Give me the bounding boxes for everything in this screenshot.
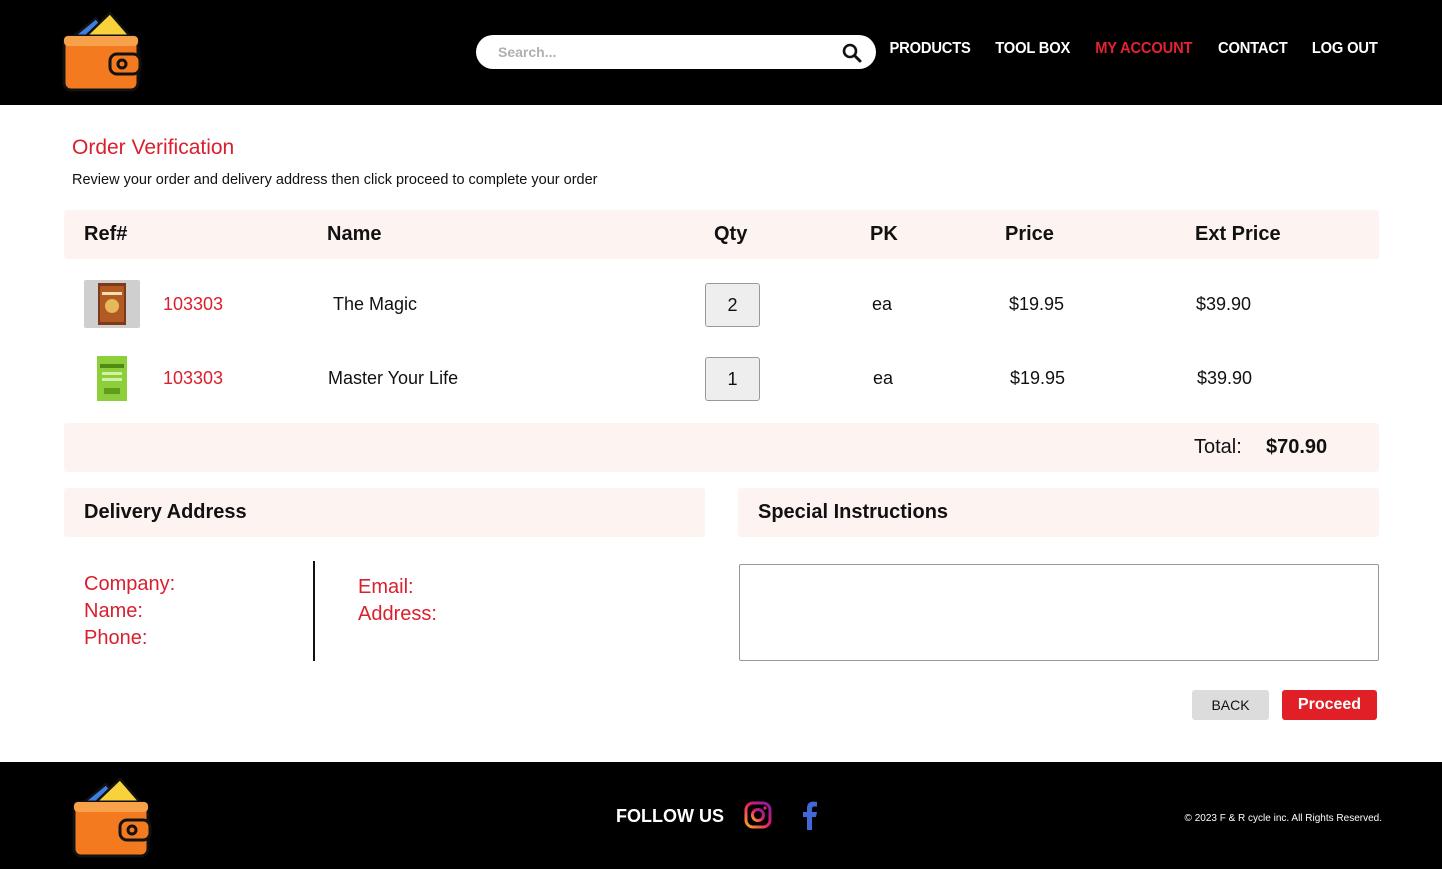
column-header-price: Price <box>1005 223 1054 245</box>
page-title: Order Verification <box>72 136 235 159</box>
search-input[interactable] <box>498 35 828 69</box>
nav-products[interactable]: PRODUCTS <box>889 40 970 58</box>
nav-tool-box[interactable]: TOOL BOX <box>995 40 1070 58</box>
column-header-ref: Ref# <box>84 223 128 245</box>
address-label: Address: <box>358 603 437 625</box>
column-header-name: Name <box>327 223 382 245</box>
name-label: Name: <box>84 600 143 622</box>
company-label: Company: <box>84 573 176 595</box>
column-header-ext-price: Ext Price <box>1195 223 1281 245</box>
site-header: PRODUCTS TOOL BOX MY ACCOUNT CONTACT LOG… <box>0 0 1442 105</box>
facebook-icon[interactable] <box>798 800 820 830</box>
item-pk: ea <box>873 368 894 388</box>
delivery-address-heading: Delivery Address <box>84 501 247 523</box>
copyright-text: © 2023 F & R cycle inc. All Rights Reser… <box>1184 813 1382 824</box>
nav-log-out[interactable]: LOG OUT <box>1311 40 1377 58</box>
nav-my-account[interactable]: MY ACCOUNT <box>1096 40 1193 58</box>
main-nav: PRODUCTS TOOL BOX MY ACCOUNT CONTACT LOG… <box>886 40 1380 58</box>
instagram-icon[interactable] <box>744 801 772 829</box>
quantity-field[interactable]: 1 <box>705 357 760 401</box>
proceed-button[interactable]: Proceed <box>1282 690 1377 720</box>
search-bar <box>476 35 876 69</box>
special-instructions-header: Special Instructions <box>738 488 1379 537</box>
table-row: 103303 Master Your Life 1 ea $19.95 $39.… <box>64 356 1379 430</box>
total-label: Total: <box>1194 436 1242 458</box>
item-ext-price: $39.90 <box>1197 368 1253 388</box>
item-price: $19.95 <box>1010 368 1066 388</box>
site-footer: FOLLOW US © 2023 F & R cycle inc. All Ri… <box>0 762 1442 869</box>
total-value: $70.90 <box>1266 436 1328 458</box>
phone-label: Phone: <box>84 627 148 649</box>
column-header-pk: PK <box>870 223 898 245</box>
item-name: Master Your Life <box>328 368 459 388</box>
wallet-logo-icon[interactable] <box>60 10 144 94</box>
item-name: The Magic <box>333 294 418 314</box>
item-ref[interactable]: 103303 <box>163 294 223 315</box>
order-total-bar: Total: $70.90 <box>64 423 1379 472</box>
delivery-address-header: Delivery Address <box>64 488 705 537</box>
address-divider <box>313 561 315 661</box>
order-table-header: Ref# Name Qty PK Price Ext Price <box>64 210 1379 259</box>
back-button[interactable]: BACK <box>1192 690 1269 720</box>
email-label: Email: <box>358 576 414 598</box>
address-left-block: Company: Name: Phone: <box>84 571 175 652</box>
address-right-block: Email: Address: <box>358 574 437 628</box>
item-ext-price: $39.90 <box>1196 294 1252 314</box>
wallet-logo-icon[interactable] <box>70 776 154 860</box>
item-pk: ea <box>872 294 893 314</box>
quantity-field[interactable]: 2 <box>705 283 760 327</box>
item-price: $19.95 <box>1009 294 1065 314</box>
table-row: 103303 The Magic 2 ea $19.95 $39.90 <box>64 280 1379 354</box>
special-instructions-heading: Special Instructions <box>758 501 949 523</box>
item-ref[interactable]: 103303 <box>163 368 223 389</box>
column-header-qty: Qty <box>714 223 748 245</box>
nav-contact[interactable]: CONTACT <box>1218 40 1288 58</box>
follow-us-label: FOLLOW US <box>616 806 724 826</box>
product-thumbnail[interactable] <box>84 280 140 328</box>
search-icon[interactable] <box>842 43 862 63</box>
page-subtitle: Review your order and delivery address t… <box>72 172 598 188</box>
product-thumbnail[interactable] <box>84 356 140 404</box>
special-instructions-textarea[interactable] <box>739 564 1379 661</box>
